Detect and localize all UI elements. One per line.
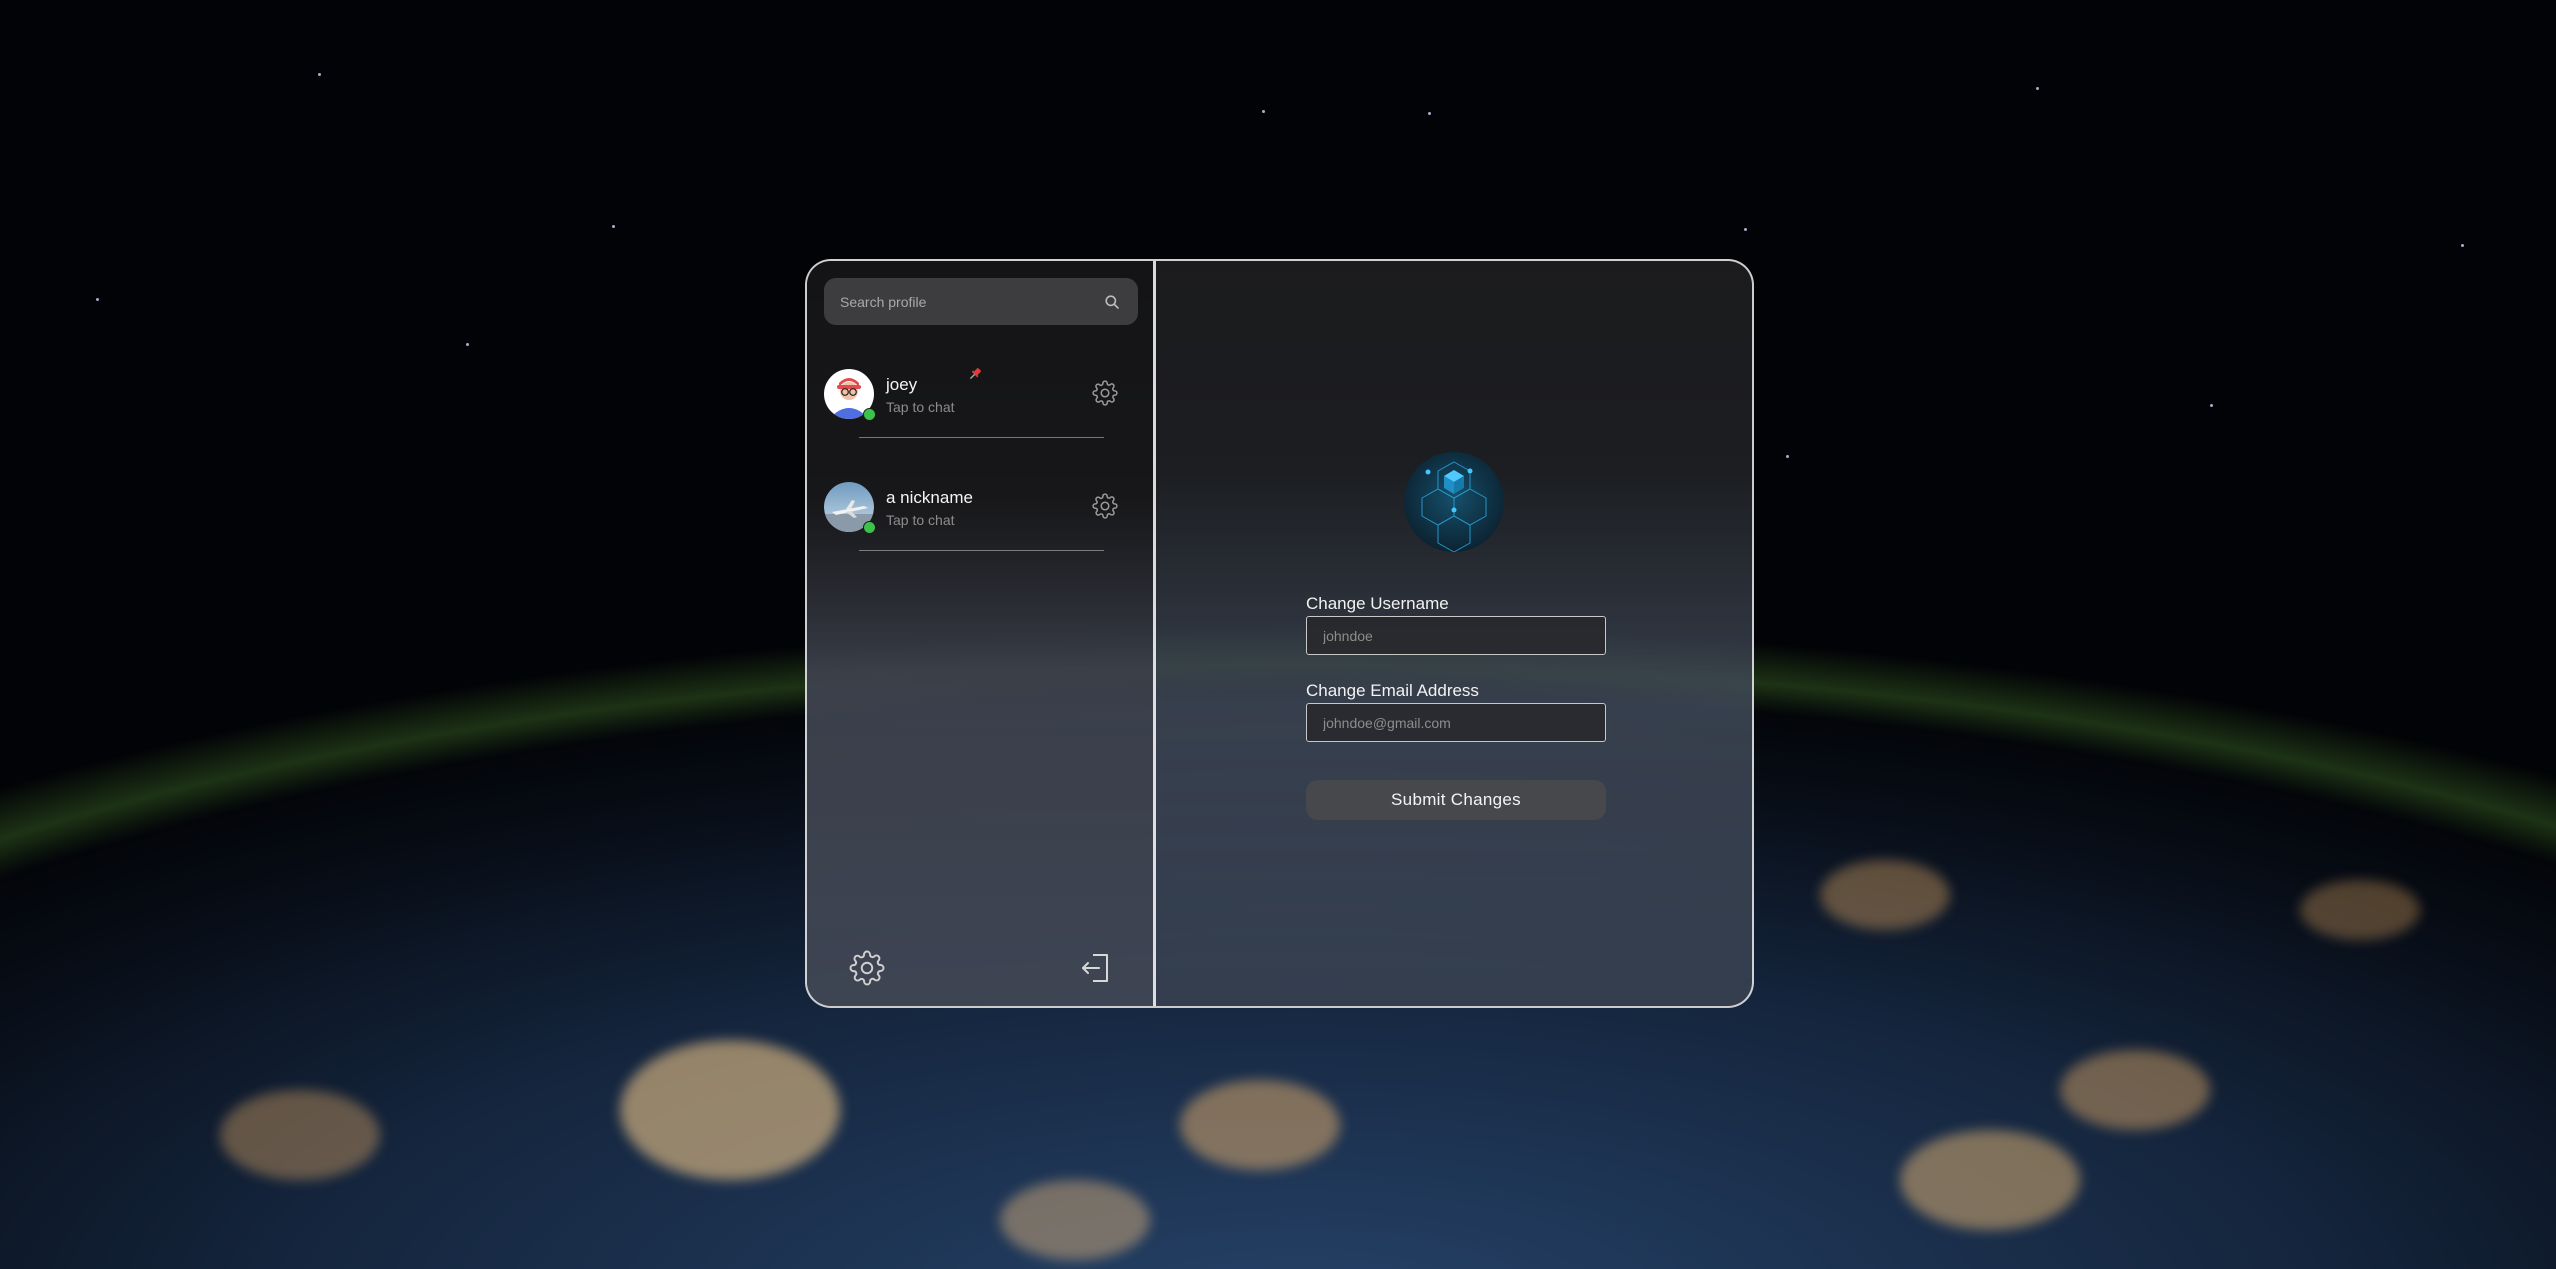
gear-icon[interactable] <box>849 950 885 986</box>
logout-icon[interactable] <box>1077 950 1113 986</box>
sidebar: joey Tap to chat <box>807 261 1156 1006</box>
gear-icon[interactable] <box>1092 380 1118 406</box>
contact-name: joey <box>886 375 918 394</box>
app-logo <box>1404 452 1504 552</box>
submit-changes-button[interactable]: Submit Changes <box>1306 780 1606 820</box>
username-input[interactable] <box>1306 616 1606 655</box>
pin-icon <box>969 368 981 380</box>
contact-subtitle: Tap to chat <box>886 512 955 528</box>
online-status-dot <box>863 521 876 534</box>
contact-name: a nickname <box>886 488 973 507</box>
contact-divider <box>859 437 1104 438</box>
online-status-dot <box>863 408 876 421</box>
contact-item-joey[interactable]: joey Tap to chat <box>824 368 1138 451</box>
profile-settings-form: Change Username Change Email Address Sub… <box>1156 261 1752 1006</box>
contact-item-a-nickname[interactable]: a nickname Tap to chat <box>824 482 1138 564</box>
app-window: joey Tap to chat <box>805 259 1754 1008</box>
username-label: Change Username <box>1306 594 1449 613</box>
search-bar[interactable] <box>824 278 1138 325</box>
contact-subtitle: Tap to chat <box>886 399 955 415</box>
contact-divider <box>859 550 1104 551</box>
gear-icon[interactable] <box>1092 493 1118 519</box>
email-label: Change Email Address <box>1306 681 1479 700</box>
search-input[interactable] <box>824 292 1102 311</box>
search-icon[interactable] <box>1104 294 1120 310</box>
email-input[interactable] <box>1306 703 1606 742</box>
